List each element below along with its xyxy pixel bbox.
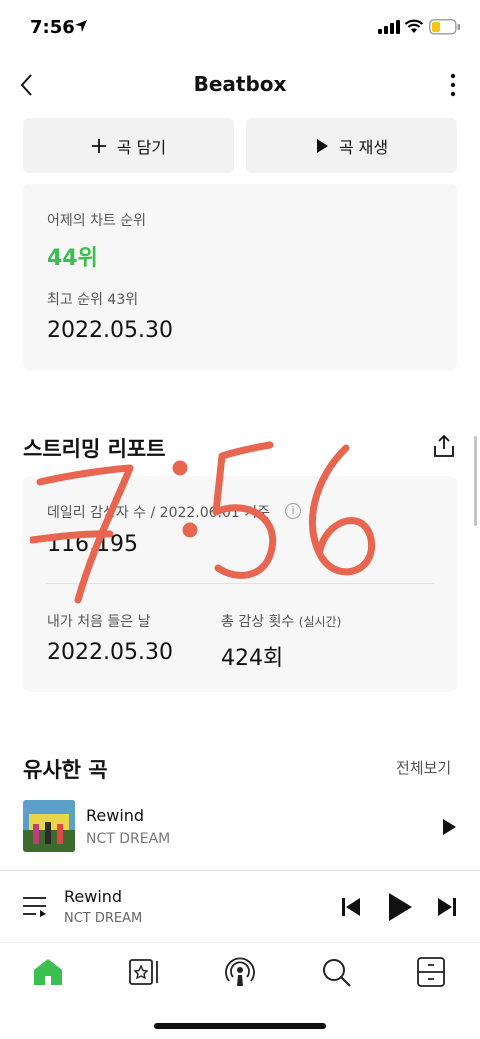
player-title: Rewind — [64, 887, 123, 906]
yesterday-rank-value: 44위 — [47, 246, 98, 271]
playlist-icon[interactable] — [22, 895, 48, 917]
add-song-label: 곡 담기 — [116, 137, 167, 157]
plus-icon — [91, 138, 106, 153]
song-row[interactable]: Rewind NCT DREAM — [0, 796, 480, 858]
song-artist: NCT DREAM — [86, 831, 171, 847]
status-bar: 7:56 — [0, 0, 480, 56]
play-icon[interactable] — [441, 818, 457, 836]
previous-track-icon[interactable] — [341, 897, 361, 917]
see-all-link[interactable]: 전체보기 — [396, 757, 451, 778]
streaming-report-title: 스트리밍 리포트 — [23, 437, 166, 461]
play-song-button[interactable]: 곡 재생 — [246, 118, 457, 173]
best-rank-label: 최고 순위 43위 — [47, 292, 139, 308]
cellular-signal-icon — [378, 20, 400, 34]
play-song-label: 곡 재생 — [338, 137, 389, 157]
player-artist: NCT DREAM — [64, 911, 143, 926]
search-icon[interactable] — [319, 955, 353, 989]
streaming-report-card: 데일리 감상자 수 / 2022.06.01 기준 i 116,195 내가 처… — [23, 476, 457, 692]
first-listen-value: 2022.05.30 — [47, 640, 173, 665]
home-indicator — [154, 1023, 326, 1029]
song-title: Rewind — [86, 806, 145, 825]
page-title: Beatbox — [193, 72, 287, 96]
play-icon[interactable] — [387, 892, 413, 922]
total-plays-value: 424회 — [221, 646, 284, 671]
first-listen-label: 내가 처음 들은 날 — [47, 614, 151, 630]
daily-listeners-value: 116,195 — [47, 532, 138, 557]
mini-player[interactable]: Rewind NCT DREAM — [0, 870, 480, 942]
status-time: 7:56 — [30, 17, 75, 38]
divider — [46, 583, 434, 584]
location-arrow-icon — [75, 20, 87, 32]
storage-icon[interactable] — [414, 955, 448, 989]
battery-low-icon — [429, 19, 460, 35]
wifi-icon — [404, 19, 424, 33]
library-icon[interactable] — [127, 955, 161, 989]
more-options-icon[interactable] — [440, 70, 466, 100]
top-bar: Beatbox — [0, 60, 480, 110]
play-icon — [316, 138, 328, 153]
next-track-icon[interactable] — [437, 897, 457, 917]
yesterday-rank-label: 어제의 차트 순위 — [47, 213, 147, 229]
podcast-icon[interactable] — [223, 955, 257, 989]
album-cover — [23, 800, 75, 852]
share-icon[interactable] — [431, 433, 457, 459]
total-plays-sub: (실시간) — [298, 615, 342, 629]
scrollbar[interactable] — [474, 436, 477, 526]
daily-listeners-label: 데일리 감상자 수 / 2022.06.01 기준 — [47, 505, 271, 521]
best-rank-date: 2022.05.30 — [47, 318, 173, 343]
home-icon[interactable] — [31, 955, 65, 989]
total-plays-label-text: 총 감상 횟수 — [221, 614, 295, 630]
info-icon[interactable]: i — [285, 503, 301, 519]
add-song-button[interactable]: 곡 담기 — [23, 118, 234, 173]
total-plays-label: 총 감상 횟수 (실시간) — [221, 611, 341, 631]
similar-songs-title: 유사한 곡 — [23, 758, 108, 782]
chart-rank-card: 어제의 차트 순위 44위 최고 순위 43위 2022.05.30 — [23, 184, 457, 370]
